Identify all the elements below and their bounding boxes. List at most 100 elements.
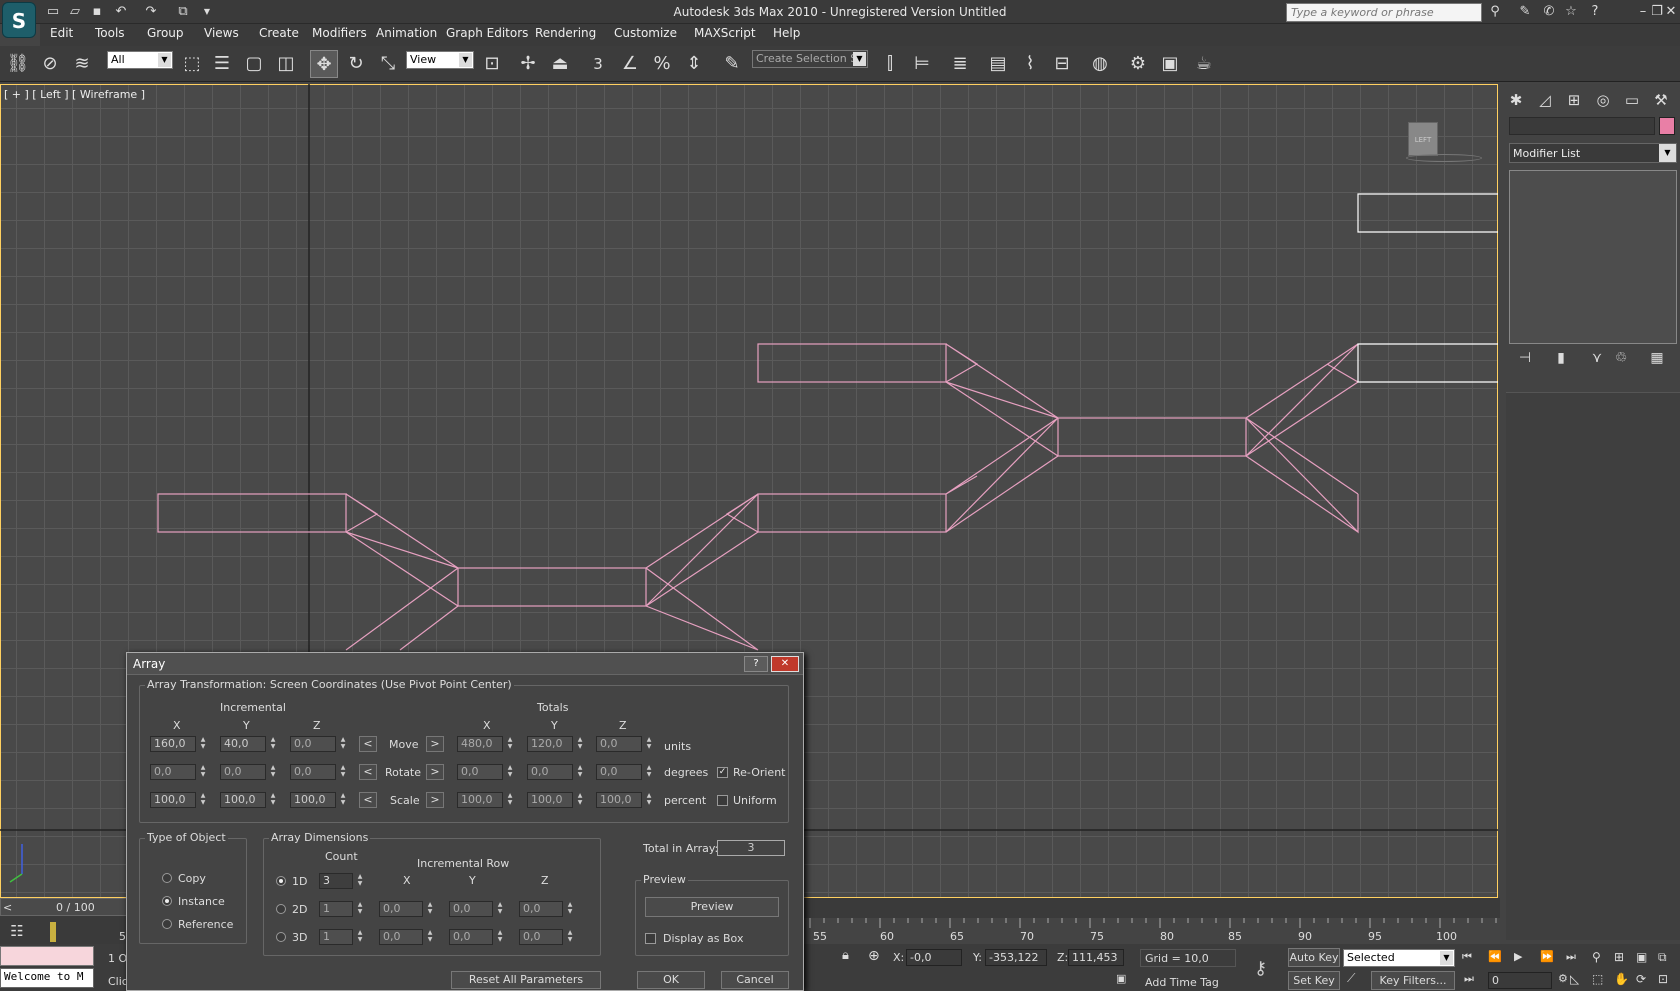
show-end-result-icon[interactable]: ▮ (1552, 350, 1570, 366)
edit-named-selection-icon[interactable]: ✎ (718, 50, 746, 78)
count-3d-spinner[interactable]: ▲ ▼ (355, 929, 365, 945)
render-production-icon[interactable]: ☕ (1190, 50, 1218, 78)
viewcube-compass-ring[interactable] (1406, 154, 1482, 162)
dimension-2d-radio[interactable] (276, 904, 286, 914)
row-3d-y[interactable]: 0,0 (449, 929, 493, 945)
make-unique-icon[interactable]: ⋎ (1588, 350, 1606, 366)
move-total-z[interactable]: 0,0 (596, 736, 642, 752)
close-window-icon[interactable]: ✕ (1662, 3, 1680, 21)
rotate-total-y[interactable]: 0,0 (527, 764, 573, 780)
scale-total-z[interactable]: 100,0 (596, 792, 642, 808)
count-2d-spinner[interactable]: ▲ ▼ (355, 901, 365, 917)
scale-total-y-spinner[interactable]: ▲ ▼ (575, 792, 585, 808)
modify-tab-icon[interactable]: ◿ (1533, 88, 1557, 112)
object-color-swatch[interactable] (1659, 117, 1675, 135)
select-and-rotate-icon[interactable]: ↻ (342, 50, 370, 78)
dimension-3d-radio[interactable] (276, 932, 286, 942)
menu-maxscript[interactable]: MAXScript (694, 26, 756, 40)
undo-icon[interactable]: ↶ (112, 3, 130, 21)
pivot-center-icon[interactable]: ⊡ (478, 50, 506, 78)
hierarchy-tab-icon[interactable]: ⊞ (1562, 88, 1586, 112)
set-key-button[interactable]: Set Key (1288, 971, 1340, 990)
scale-left-arrow-button[interactable]: < (359, 792, 377, 808)
save-file-icon[interactable]: ▪ (88, 3, 106, 21)
move-inc-y-spinner[interactable]: ▲ ▼ (268, 736, 278, 752)
configure-modifier-sets-icon[interactable]: ▦ (1648, 350, 1666, 366)
zoom-extents-all-icon[interactable]: ⧉ (1658, 950, 1674, 966)
reference-radio[interactable] (162, 919, 172, 929)
set-key-mode-icon[interactable]: ⚷ (1254, 958, 1276, 979)
row-2d-z[interactable]: 0,0 (519, 901, 563, 917)
row-3d-x[interactable]: 0,0 (379, 929, 423, 945)
key-mode-toggle-icon[interactable]: ⏭ (1464, 972, 1482, 988)
orbit-icon[interactable]: ⟳ (1636, 972, 1652, 988)
previous-frame-icon[interactable]: ⏪ (1488, 950, 1506, 966)
rotate-left-arrow-button[interactable]: < (359, 764, 377, 780)
time-slider-prev-icon[interactable]: < (3, 901, 12, 914)
lock-selection-icon[interactable]: 🔒︎ (842, 948, 858, 966)
pan-view-icon[interactable]: ✋ (1614, 972, 1630, 988)
z-coordinate-field[interactable]: 111,453 (1068, 949, 1124, 966)
move-total-y[interactable]: 120,0 (527, 736, 573, 752)
quick-access-dropdown-icon[interactable]: ▼ (198, 3, 216, 21)
rotate-total-x[interactable]: 0,0 (457, 764, 503, 780)
dialog-help-icon[interactable]: ? (744, 656, 768, 672)
row-2d-y-spinner[interactable]: ▲ ▼ (495, 901, 505, 917)
move-inc-z[interactable]: 0,0 (290, 736, 336, 752)
rotate-total-z-spinner[interactable]: ▲ ▼ (644, 764, 654, 780)
favorites-star-icon[interactable]: ☆ (1562, 3, 1580, 21)
object-name-field[interactable] (1509, 117, 1655, 135)
scale-inc-x-spinner[interactable]: ▲ ▼ (198, 792, 208, 808)
menu-create[interactable]: Create (259, 26, 299, 40)
rotate-total-z[interactable]: 0,0 (596, 764, 642, 780)
move-total-z-spinner[interactable]: ▲ ▼ (644, 736, 654, 752)
scale-total-z-spinner[interactable]: ▲ ▼ (644, 792, 654, 808)
menu-modifiers[interactable]: Modifiers (312, 26, 367, 40)
snaps-toggle-icon[interactable]: 3 (584, 50, 612, 78)
copy-radio[interactable] (162, 873, 172, 883)
search-input[interactable]: Type a keyword or phrase (1286, 3, 1482, 22)
select-and-scale-icon[interactable]: ⤡ (374, 50, 402, 78)
remove-modifier-icon[interactable]: ♲ (1612, 350, 1630, 366)
select-by-name-icon[interactable]: ☰ (208, 50, 236, 78)
viewcube[interactable]: LEFT (1408, 122, 1438, 156)
material-editor-icon[interactable]: ◍ (1086, 50, 1114, 78)
selection-filter-dropdown[interactable]: All ▼ (107, 51, 173, 69)
keyboard-shortcut-override-icon[interactable]: ⏏ (546, 50, 574, 78)
spinner-snap-icon[interactable]: ⇕ (680, 50, 708, 78)
scale-inc-z[interactable]: 100,0 (290, 792, 336, 808)
curve-editor-icon[interactable]: ⌇ (1016, 50, 1044, 78)
move-total-x[interactable]: 480,0 (457, 736, 503, 752)
move-total-x-spinner[interactable]: ▲ ▼ (505, 736, 515, 752)
help-icon[interactable]: ? (1586, 3, 1604, 21)
move-inc-x-spinner[interactable]: ▲ ▼ (198, 736, 208, 752)
layer-manager-icon[interactable]: ≣ (946, 50, 974, 78)
maximize-viewport-icon[interactable]: ⊡ (1658, 972, 1674, 988)
zoom-extents-icon[interactable]: ▣ (1636, 950, 1652, 966)
count-2d-field[interactable]: 1 (319, 901, 353, 917)
key-filters-button[interactable]: Key Filters... (1371, 971, 1455, 990)
scale-total-y[interactable]: 100,0 (527, 792, 573, 808)
next-frame-icon[interactable]: ⏩ (1540, 950, 1558, 966)
rotate-inc-z[interactable]: 0,0 (290, 764, 336, 780)
select-and-move-icon[interactable]: ✥ (310, 50, 338, 78)
window-crossing-icon[interactable]: ◫ (272, 50, 300, 78)
move-inc-y[interactable]: 40,0 (220, 736, 266, 752)
create-tab-icon[interactable]: ✱ (1504, 88, 1528, 112)
array-shape-2[interactable] (757, 343, 1359, 534)
row-3d-y-spinner[interactable]: ▲ ▼ (495, 929, 505, 945)
modifier-list-dropdown[interactable]: Modifier List ▼ (1509, 143, 1677, 163)
angle-snap-icon[interactable]: ∠ (616, 50, 644, 78)
graphite-tools-icon[interactable]: ▤ (984, 50, 1012, 78)
dimension-1d-radio[interactable] (276, 876, 286, 886)
row-3d-x-spinner[interactable]: ▲ ▼ (425, 929, 435, 945)
row-2d-y[interactable]: 0,0 (449, 901, 493, 917)
rotate-inc-y-spinner[interactable]: ▲ ▼ (268, 764, 278, 780)
row-3d-z-spinner[interactable]: ▲ ▼ (565, 929, 575, 945)
key-mode-dropdown[interactable]: Selected ▼ (1343, 949, 1455, 967)
application-button[interactable]: S (2, 2, 36, 38)
row-2d-x-spinner[interactable]: ▲ ▼ (425, 901, 435, 917)
scale-inc-z-spinner[interactable]: ▲ ▼ (338, 792, 348, 808)
maxscript-listener-pink[interactable] (0, 946, 94, 966)
project-folder-icon[interactable]: ⧉ (174, 3, 192, 21)
